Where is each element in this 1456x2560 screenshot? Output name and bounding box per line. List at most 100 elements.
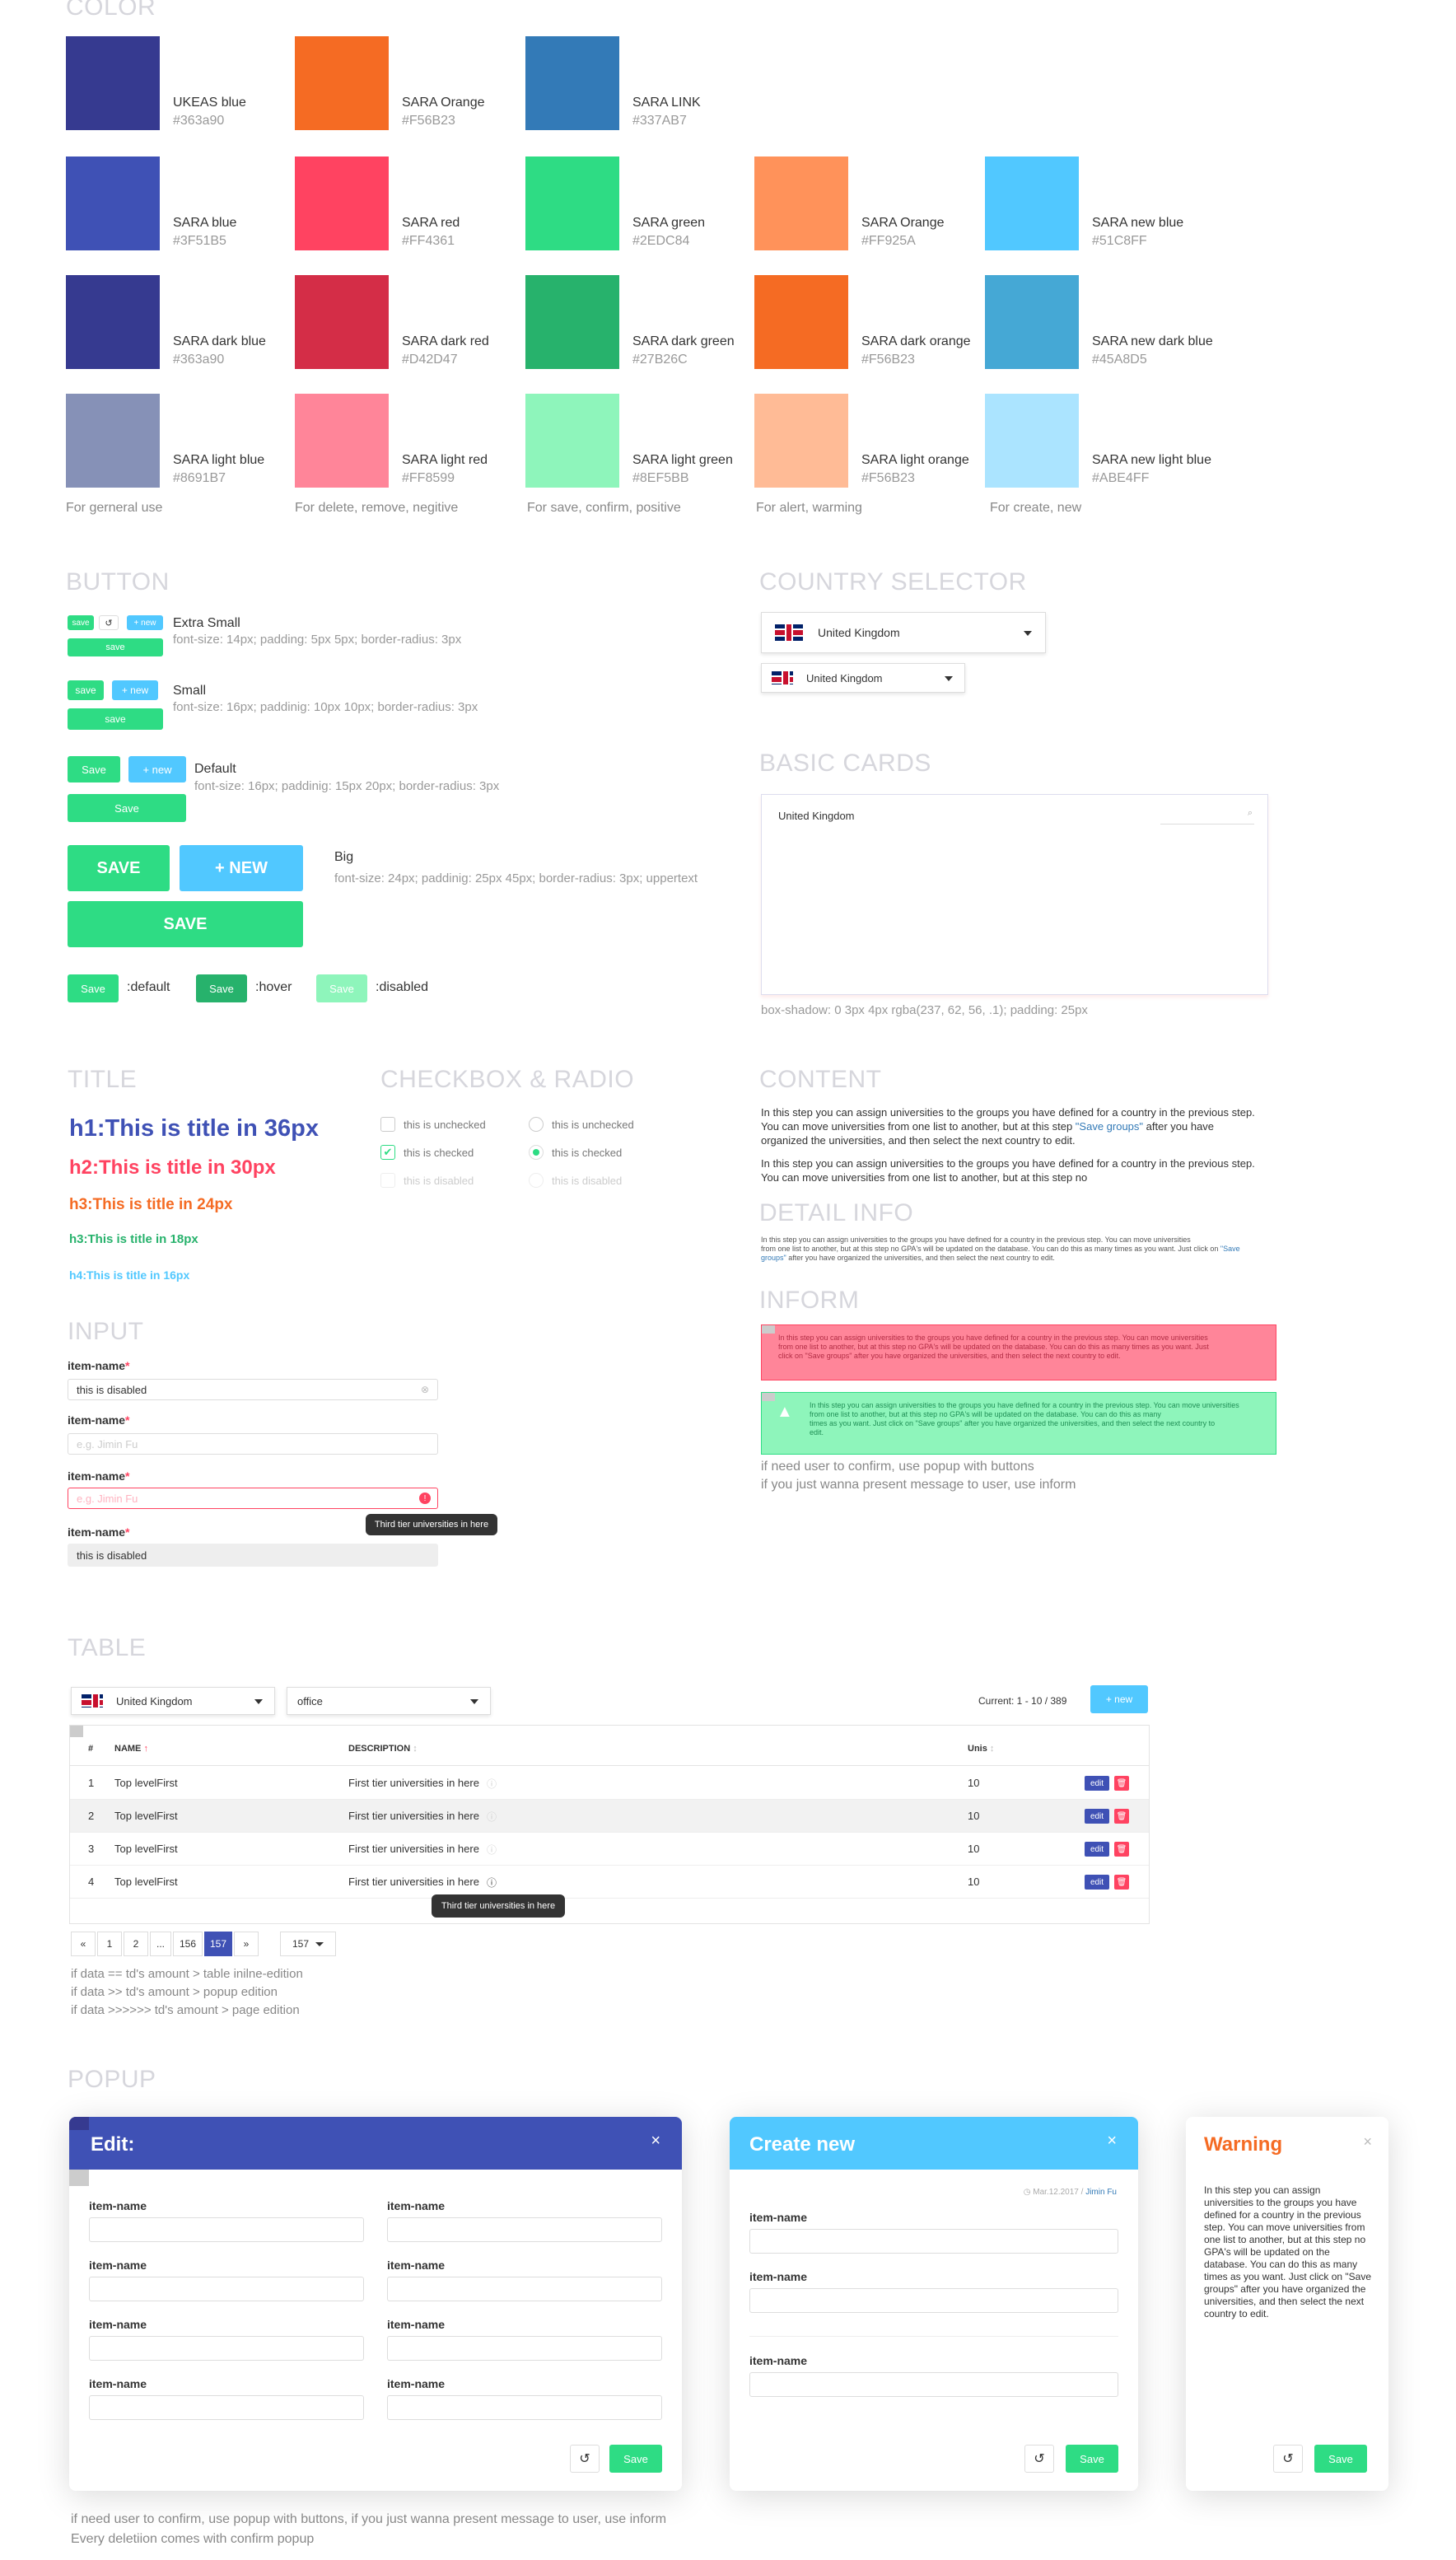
edit-popup: Edit: × item-name item-name item-name item-… — [69, 2117, 682, 2491]
radio-unchecked[interactable] — [529, 1117, 544, 1132]
trash-icon: 🗑 — [1116, 1844, 1127, 1854]
close-icon[interactable]: × — [1363, 2133, 1372, 2151]
save-button[interactable]: Save — [1314, 2445, 1367, 2473]
create-field-2[interactable] — [749, 2288, 1118, 2313]
table-note-3: if data >>>>>> td's amount > page editio… — [71, 2003, 300, 2017]
reset-button[interactable]: ↺ — [1024, 2445, 1054, 2473]
col-header-name[interactable]: NAME ↑ — [114, 1744, 148, 1754]
info-icon[interactable]: ⓘ — [487, 1843, 497, 1857]
page-button[interactable]: ... — [150, 1932, 171, 1956]
swatch-name: SARA light blue — [173, 453, 265, 467]
edit-button[interactable]: edit — [1085, 1842, 1109, 1857]
page-button[interactable]: « — [71, 1932, 96, 1956]
info-icon[interactable]: ⓘ — [487, 1810, 497, 1824]
info-icon[interactable]: ⓘ — [487, 1876, 497, 1890]
usage-general: For gerneral use — [66, 501, 163, 515]
create-field-1[interactable] — [749, 2229, 1118, 2254]
clear-icon[interactable]: ⊗ — [421, 1384, 429, 1395]
delete-button[interactable]: 🗑 — [1114, 1809, 1129, 1824]
color-swatch — [295, 156, 389, 250]
input-field-error[interactable]: e.g. Jimin Fu! — [68, 1488, 438, 1509]
page-button[interactable]: 156 — [173, 1932, 203, 1956]
swatch-hex: #FF4361 — [402, 234, 455, 248]
page-button[interactable]: 157 — [204, 1932, 232, 1956]
edit-field[interactable] — [89, 2217, 364, 2242]
delete-button[interactable]: 🗑 — [1114, 1842, 1129, 1857]
country-section-title: COUNTRY SELECTOR — [759, 568, 1027, 596]
save-button-state-hover[interactable]: Save — [196, 974, 247, 1002]
inform-note-1: if need user to confirm, use popup with … — [761, 1460, 1034, 1474]
edit-field[interactable] — [387, 2277, 662, 2301]
card-search-input[interactable]: ⌕ — [1160, 808, 1254, 825]
save-button-sm-block[interactable]: save — [68, 708, 163, 730]
table-new-button[interactable]: + new — [1090, 1685, 1148, 1713]
warning-icon: ▲ — [777, 1403, 793, 1421]
save-button[interactable]: Save — [1066, 2445, 1118, 2473]
radio-checked[interactable] — [529, 1145, 544, 1160]
reset-button-xs[interactable]: ↺ — [99, 615, 119, 630]
table-row[interactable]: 2 Top levelFirst First tier universities i… — [70, 1800, 1149, 1833]
table-filter-select[interactable]: office — [287, 1687, 491, 1715]
input-field-2[interactable]: e.g. Jimin Fu — [68, 1433, 438, 1455]
page-button[interactable]: 1 — [97, 1932, 122, 1956]
page-button[interactable]: 2 — [124, 1932, 148, 1956]
edit-field[interactable] — [387, 2336, 662, 2361]
save-button-state-default[interactable]: Save — [68, 974, 119, 1002]
reset-button[interactable]: ↺ — [570, 2445, 600, 2473]
delete-button[interactable]: 🗑 — [1114, 1776, 1129, 1791]
table-country-select[interactable]: United Kingdom — [71, 1687, 275, 1715]
table-row[interactable]: 3 Top levelFirst First tier universities i… — [70, 1833, 1149, 1866]
checkbox-checked[interactable]: ✔ — [380, 1145, 395, 1160]
edit-popup-title: Edit: — [91, 2133, 135, 2156]
page-button[interactable]: » — [234, 1932, 259, 1956]
page-size-select[interactable]: 157 — [280, 1932, 336, 1956]
usage-save: For save, confirm, positive — [527, 501, 681, 515]
h2-sample: h2:This is title in 30px — [69, 1156, 276, 1179]
input-label-1: item-name* — [68, 1359, 130, 1372]
content-section-title: CONTENT — [759, 1066, 882, 1093]
save-button-default[interactable]: Save — [68, 756, 120, 782]
create-field-label-1: item-name — [749, 2211, 808, 2224]
country-select-large[interactable]: United Kingdom — [761, 612, 1046, 653]
edit-field[interactable] — [387, 2217, 662, 2242]
save-button-sm[interactable]: save — [68, 680, 104, 700]
edit-field[interactable] — [387, 2395, 662, 2420]
save-button-xs[interactable]: save — [68, 615, 94, 630]
col-header-unis[interactable]: Unis ↕ — [968, 1744, 994, 1754]
delete-button[interactable]: 🗑 — [1114, 1875, 1129, 1890]
edit-button[interactable]: edit — [1085, 1875, 1109, 1890]
create-field-3[interactable] — [749, 2372, 1118, 2397]
edit-field[interactable] — [89, 2395, 364, 2420]
save-button[interactable]: Save — [609, 2445, 662, 2473]
input-field-1[interactable]: this is disabled ⊗ — [68, 1379, 438, 1400]
save-button-big-block[interactable]: SAVE — [68, 901, 303, 947]
edit-field-label: item-name — [89, 2377, 147, 2390]
table-row[interactable]: 1 Top levelFirst First tier universities i… — [70, 1767, 1149, 1800]
table-row[interactable]: 4 Top levelFirst First tier universities i… — [70, 1866, 1149, 1899]
new-button-sm[interactable]: + new — [112, 680, 158, 700]
undo-icon: ↺ — [1282, 2452, 1294, 2466]
checkbox-unchecked[interactable] — [380, 1117, 395, 1132]
new-button-xs[interactable]: + new — [127, 615, 163, 630]
radio-disabled-label: this is disabled — [552, 1175, 623, 1187]
save-button-default-block[interactable]: Save — [68, 794, 186, 822]
col-header-description[interactable]: DESCRIPTION ↕ — [348, 1744, 418, 1754]
clock-icon: ◷ — [1023, 2188, 1034, 2197]
color-swatch — [525, 394, 619, 488]
color-swatch — [66, 394, 160, 488]
country-select-small[interactable]: United Kingdom — [761, 663, 965, 693]
save-button-big[interactable]: SAVE — [68, 845, 170, 891]
edit-field[interactable] — [89, 2336, 364, 2361]
edit-button[interactable]: edit — [1085, 1809, 1109, 1824]
save-button-xs-block[interactable]: save — [68, 638, 163, 656]
create-field-label-2: item-name — [749, 2270, 808, 2283]
edit-field[interactable] — [89, 2277, 364, 2301]
new-button-default[interactable]: + new — [128, 756, 186, 782]
info-icon[interactable]: ⓘ — [487, 1777, 497, 1791]
edit-button[interactable]: edit — [1085, 1776, 1109, 1791]
reset-button[interactable]: ↺ — [1273, 2445, 1303, 2473]
new-button-big[interactable]: + NEW — [180, 845, 303, 891]
close-icon[interactable]: × — [1107, 2132, 1117, 2151]
close-icon[interactable]: × — [651, 2132, 660, 2151]
warning-popup-title: Warning — [1204, 2133, 1283, 2156]
